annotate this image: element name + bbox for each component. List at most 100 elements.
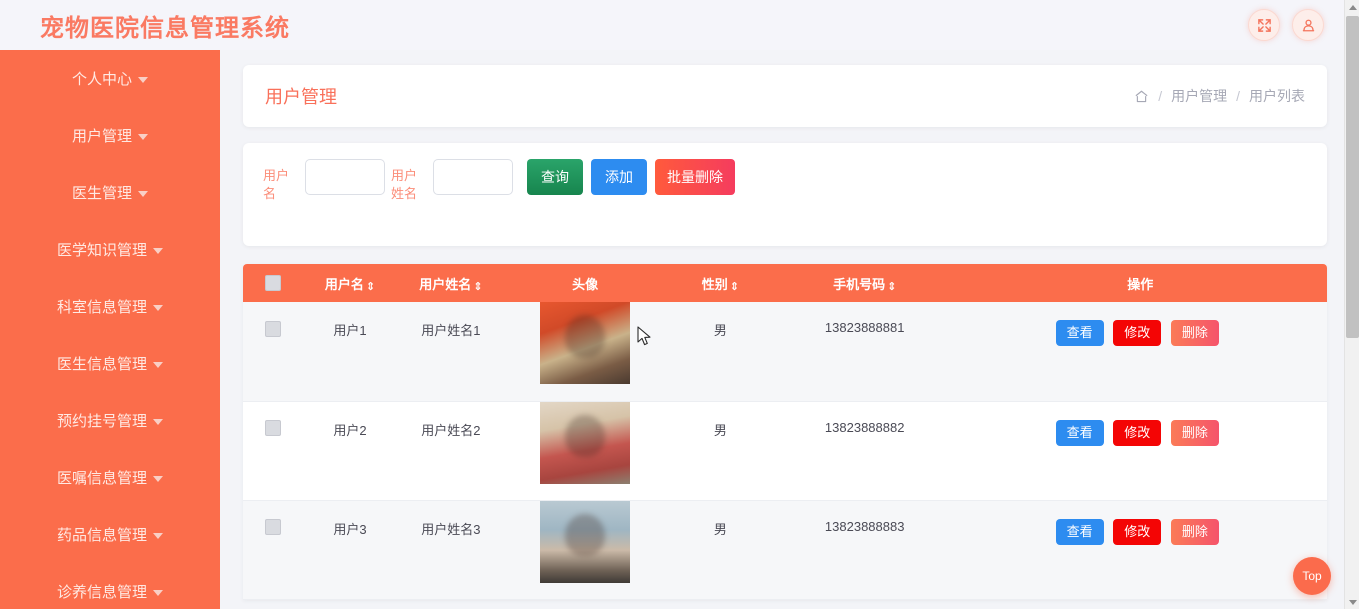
breadcrumb-item-user-list[interactable]: 用户列表 (1249, 86, 1305, 106)
filter-panel: 用户名 用户姓名 查询 添加 批量删除 (243, 143, 1327, 246)
fullscreen-button[interactable] (1248, 9, 1280, 41)
chevron-down-icon (153, 362, 163, 368)
table-header-row: 用户名 ⇕ 用户姓名 ⇕ 头像 性别 ⇕ 手机号码 ⇕ 操作 (243, 264, 1327, 302)
cell-gender: 男 (664, 401, 776, 501)
table-row[interactable]: 用户3 用户姓名3 男 13823888883 查看 修改 删除 (243, 500, 1327, 600)
cell-username: 用户1 (303, 302, 397, 402)
sort-icon[interactable]: ⇕ (473, 281, 482, 293)
sidebar-item-drug-info-management[interactable]: 药品信息管理 (0, 506, 220, 563)
app-title: 宠物医院信息管理系统 (40, 14, 290, 42)
chevron-up-icon (1348, 4, 1357, 10)
column-header-avatar: 头像 (505, 264, 664, 302)
column-label: 手机号码 (833, 276, 886, 292)
breadcrumb-separator: / (1158, 88, 1163, 104)
row-select-cell (243, 302, 304, 402)
chevron-down-icon (153, 305, 163, 311)
select-all-checkbox[interactable] (265, 275, 282, 292)
scrollbar-thumb[interactable] (1346, 16, 1359, 338)
column-header-phone[interactable]: 手机号码 ⇕ (776, 264, 954, 302)
select-all-header (243, 264, 304, 302)
cell-phone: 13823888881 (775, 302, 954, 402)
user-menu-button[interactable] (1292, 9, 1324, 41)
sort-icon[interactable]: ⇕ (730, 281, 739, 293)
cell-realname: 用户姓名1 (396, 302, 506, 402)
cell-gender: 男 (664, 500, 776, 600)
cell-username: 用户3 (303, 500, 397, 600)
column-label: 用户名 (324, 276, 364, 292)
sidebar-item-doctor-info-management[interactable]: 医生信息管理 (0, 335, 220, 392)
sidebar-item-label: 药品信息管理 (56, 527, 147, 544)
home-icon[interactable] (1134, 89, 1149, 104)
sidebar-item-medical-order-management[interactable]: 医嘱信息管理 (0, 449, 220, 506)
scrollbar-up-arrow[interactable] (1345, 0, 1359, 14)
query-button[interactable]: 查询 (527, 159, 583, 195)
user-icon (1301, 18, 1316, 33)
sort-icon[interactable]: ⇕ (887, 281, 896, 293)
edit-button[interactable]: 修改 (1113, 518, 1162, 545)
avatar[interactable] (540, 500, 631, 583)
sidebar-item-label: 医生管理 (71, 185, 132, 202)
add-button[interactable]: 添加 (591, 159, 647, 195)
sort-icon[interactable]: ⇕ (366, 281, 375, 293)
main-content: 用户管理 / 用户管理 / 用户列表 用户名 用户姓名 查询 添加 批量删除 用… (220, 50, 1344, 609)
sidebar-item-label: 医嘱信息管理 (56, 470, 147, 487)
edit-button[interactable]: 修改 (1113, 320, 1162, 346)
chevron-down-icon (138, 134, 148, 140)
cell-phone: 13823888883 (775, 500, 954, 600)
sidebar-item-label: 预约挂号管理 (56, 413, 147, 430)
sidebar-item-label: 医生信息管理 (56, 356, 147, 373)
sidebar-item-doctor-management[interactable]: 医生管理 (0, 164, 220, 221)
cell-avatar (505, 500, 665, 600)
delete-button[interactable]: 删除 (1170, 419, 1219, 446)
user-table-card: 用户名 ⇕ 用户姓名 ⇕ 头像 性别 ⇕ 手机号码 ⇕ 操作 用户1 用户姓名1… (243, 264, 1327, 600)
breadcrumb-item-user-management[interactable]: 用户管理 (1171, 86, 1227, 106)
username-input[interactable] (305, 159, 385, 195)
cell-actions: 查看 修改 删除 (953, 500, 1327, 600)
row-checkbox[interactable] (265, 519, 282, 536)
realname-input[interactable] (433, 159, 513, 195)
edit-button[interactable]: 修改 (1113, 419, 1162, 446)
view-button[interactable]: 查看 (1055, 518, 1104, 545)
avatar[interactable] (540, 302, 631, 384)
row-checkbox[interactable] (265, 420, 282, 437)
chevron-down-icon (1348, 599, 1357, 605)
delete-button[interactable]: 删除 (1170, 518, 1219, 545)
table-row[interactable]: 用户1 用户姓名1 男 13823888881 查看 修改 删除 (243, 302, 1327, 402)
column-header-username[interactable]: 用户名 ⇕ (304, 264, 397, 302)
view-button[interactable]: 查看 (1055, 320, 1104, 346)
realname-label: 用户姓名 (391, 168, 418, 201)
sidebar-item-department-info-management[interactable]: 科室信息管理 (0, 278, 220, 335)
batch-delete-button[interactable]: 批量删除 (655, 159, 735, 195)
avatar[interactable] (540, 401, 631, 484)
row-checkbox[interactable] (265, 320, 282, 337)
sidebar-item-appointment-management[interactable]: 预约挂号管理 (0, 392, 220, 449)
sidebar-item-personal-center[interactable]: 个人中心 (0, 50, 220, 107)
back-to-top-button[interactable]: Top (1293, 557, 1331, 595)
column-header-gender[interactable]: 性别 ⇕ (665, 264, 776, 302)
page-scrollbar[interactable] (1344, 0, 1359, 609)
column-header-realname[interactable]: 用户姓名 ⇕ (396, 264, 505, 302)
username-field-group: 用户名 (263, 159, 385, 203)
table-head: 用户名 ⇕ 用户姓名 ⇕ 头像 性别 ⇕ 手机号码 ⇕ 操作 (243, 264, 1327, 302)
column-label: 性别 (701, 276, 728, 292)
sidebar-item-user-management[interactable]: 用户管理 (0, 107, 220, 164)
sidebar-item-label: 医学知识管理 (56, 242, 147, 259)
cell-gender: 男 (664, 302, 776, 402)
view-button[interactable]: 查看 (1055, 419, 1104, 446)
delete-button[interactable]: 删除 (1170, 320, 1219, 346)
row-select-cell (243, 401, 304, 501)
app-root: 宠物医院信息管理系统 个人中心 用户管理 医生管理 医学知识管理 科室信息管理 … (0, 0, 1359, 609)
cell-phone: 13823888882 (775, 401, 954, 501)
sidebar-item-label: 个人中心 (71, 71, 132, 88)
chevron-down-icon (153, 248, 163, 254)
sidebar-item-care-info-management[interactable]: 诊养信息管理 (0, 563, 220, 609)
table-row[interactable]: 用户2 用户姓名2 男 13823888882 查看 修改 删除 (243, 401, 1327, 501)
column-label: 头像 (572, 276, 599, 292)
sidebar-item-label: 用户管理 (71, 128, 132, 145)
realname-field-group: 用户姓名 (391, 159, 513, 203)
chevron-down-icon (153, 419, 163, 425)
page-header: 用户管理 / 用户管理 / 用户列表 (243, 65, 1327, 127)
chevron-down-icon (138, 77, 148, 83)
sidebar-item-medical-knowledge-management[interactable]: 医学知识管理 (0, 221, 220, 278)
scrollbar-down-arrow[interactable] (1345, 595, 1359, 609)
